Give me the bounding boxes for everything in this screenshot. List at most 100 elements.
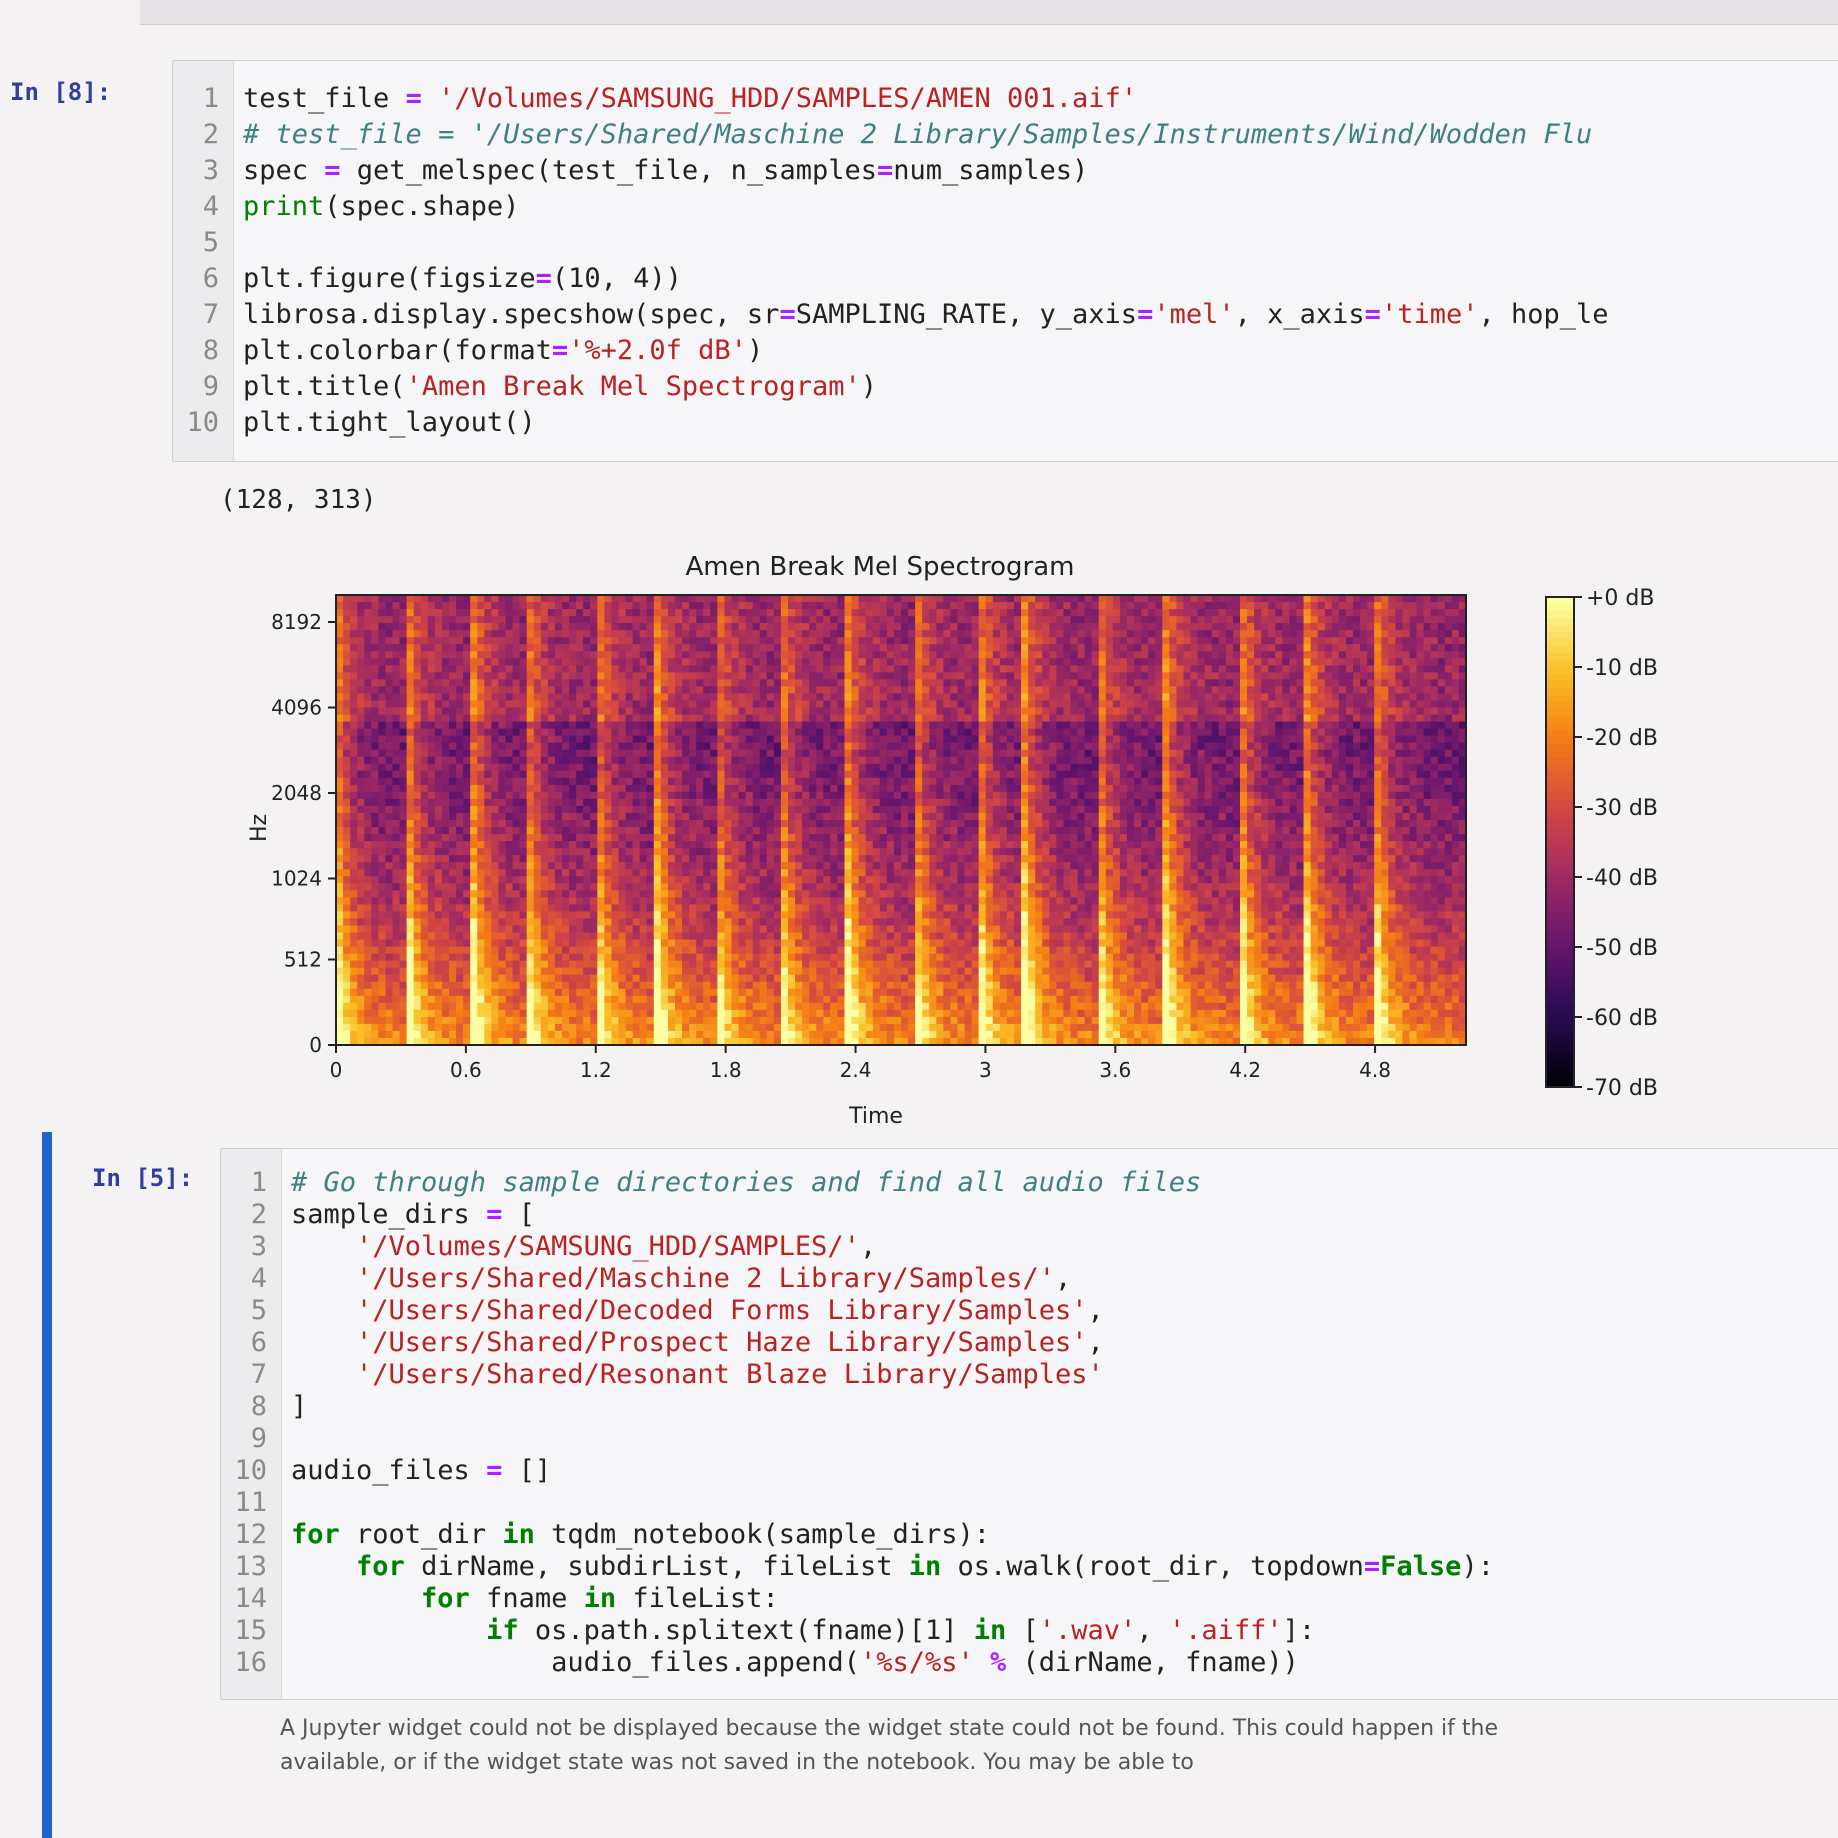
spectrogram-cell bbox=[653, 679, 662, 688]
spectrogram-cell bbox=[519, 827, 528, 835]
code-cell-1[interactable]: In [8]: 1 test_file = '/Volumes/SAMSUNG_H… bbox=[0, 50, 1838, 470]
spectrogram-cell bbox=[569, 763, 577, 772]
code-line[interactable]: 4 print(spec.shape) bbox=[173, 191, 520, 225]
spectrogram-cell bbox=[547, 728, 556, 737]
spectrogram-cell bbox=[463, 763, 471, 772]
code-line[interactable]: 8 plt.colorbar(format='%+2.0f dB') bbox=[173, 335, 763, 369]
spectrogram-cell bbox=[745, 960, 754, 969]
spectrogram-cell bbox=[336, 630, 344, 638]
spectrogram-cell bbox=[441, 834, 450, 842]
spectrogram-cell bbox=[696, 862, 704, 870]
spectrogram-cell bbox=[547, 651, 556, 659]
spectrogram-cell bbox=[759, 876, 768, 884]
spectrogram-cell bbox=[371, 749, 379, 758]
spectrogram-cell bbox=[858, 869, 867, 877]
spectrogram-cell bbox=[667, 784, 676, 793]
code-line[interactable]: 3 spec = get_melspec(test_file, n_samples… bbox=[173, 155, 1089, 189]
spectrogram-cell bbox=[759, 925, 768, 934]
spectrogram-cell bbox=[773, 911, 782, 920]
spectrogram-cell bbox=[385, 672, 394, 680]
spectrogram-cell bbox=[682, 876, 690, 884]
spectrogram-cell bbox=[717, 869, 726, 877]
spectrogram-cell bbox=[427, 883, 436, 891]
spectrogram-cell bbox=[660, 1016, 669, 1025]
spectrogram-cell bbox=[823, 932, 831, 941]
spectrogram-cell bbox=[371, 932, 379, 941]
spectrogram-cell bbox=[569, 904, 577, 913]
spectrogram-cell bbox=[505, 876, 514, 884]
spectrogram-cell bbox=[576, 1030, 584, 1039]
spectrogram-cell bbox=[717, 616, 726, 624]
spectrogram-cell bbox=[343, 1002, 351, 1011]
code-line[interactable]: 7 librosa.display.specshow(spec, sr=SAMPL… bbox=[173, 299, 1609, 333]
spectrogram-cell bbox=[625, 911, 634, 920]
spectrogram-cell bbox=[717, 834, 726, 842]
spectrogram-cell bbox=[357, 616, 365, 624]
spectrogram-cell bbox=[533, 805, 542, 814]
spectrogram-cell bbox=[618, 827, 627, 835]
spectrogram-cell bbox=[512, 932, 521, 941]
spectrogram-cell bbox=[392, 665, 401, 673]
spectrogram-cell bbox=[371, 721, 379, 730]
spectrogram-cell bbox=[357, 630, 365, 638]
spectrogram-cell bbox=[498, 1030, 507, 1039]
spectrogram-cell bbox=[667, 855, 676, 863]
spectrogram-cell bbox=[809, 918, 817, 927]
spectrogram-cell bbox=[343, 595, 351, 603]
spectrogram-cell bbox=[872, 841, 881, 849]
code-editor[interactable]: 1 test_file = '/Volumes/SAMSUNG_HDD/SAMPL… bbox=[172, 60, 1838, 462]
code-line[interactable]: 5 bbox=[173, 227, 243, 261]
spectrogram-cell bbox=[399, 798, 408, 807]
spectrogram-cell bbox=[505, 679, 514, 688]
spectrogram-cell bbox=[554, 981, 563, 990]
spectrogram-cell bbox=[872, 623, 881, 631]
spectrogram-cell bbox=[463, 602, 471, 610]
spectrogram-cell bbox=[343, 707, 351, 716]
spectrogram-cell bbox=[780, 728, 789, 737]
spectrogram-cell bbox=[823, 827, 831, 835]
spectrogram-cell bbox=[611, 883, 620, 891]
spectrogram-cell bbox=[491, 623, 500, 631]
spectrogram-cell bbox=[632, 988, 641, 997]
spectrogram-cell bbox=[547, 988, 556, 997]
spectrogram-cell bbox=[759, 1009, 768, 1018]
spectrogram-cell bbox=[470, 848, 478, 856]
spectrogram-cell bbox=[441, 848, 450, 856]
code-line[interactable]: 10 plt.tight_layout() bbox=[173, 407, 535, 441]
spectrogram-cell bbox=[470, 827, 478, 835]
spectrogram-cell bbox=[562, 651, 570, 659]
code-line[interactable]: 1 test_file = '/Volumes/SAMSUNG_HDD/SAMPL… bbox=[173, 83, 1137, 117]
spectrogram-cell bbox=[597, 721, 605, 730]
code-line[interactable]: 9 plt.title('Amen Break Mel Spectrogram') bbox=[173, 371, 877, 405]
spectrogram-cell bbox=[540, 637, 549, 645]
code-line[interactable]: 2 # test_file = '/Users/Shared/Maschine 2… bbox=[173, 119, 1592, 153]
spectrogram-cell bbox=[809, 953, 817, 962]
spectrogram-cell bbox=[441, 974, 450, 983]
spectrogram-cell bbox=[477, 749, 485, 758]
spectrogram-cell bbox=[533, 623, 542, 631]
spectrogram-cell bbox=[717, 763, 726, 772]
spectrogram-cell bbox=[851, 897, 860, 905]
spectrogram-cell bbox=[611, 714, 620, 723]
spectrogram-cell bbox=[816, 820, 824, 828]
spectrogram-cell bbox=[618, 665, 627, 673]
spectrogram-cell bbox=[837, 820, 846, 828]
spectrogram-cell bbox=[533, 763, 542, 772]
spectrogram-cell bbox=[477, 609, 485, 617]
code-line[interactable]: 6 plt.figure(figsize=(10, 4)) bbox=[173, 263, 682, 297]
spectrogram-cell bbox=[611, 974, 620, 983]
spectrogram-cell bbox=[441, 630, 450, 638]
spectrogram-cell bbox=[780, 855, 789, 863]
spectrogram-cell bbox=[477, 812, 485, 821]
spectrogram-cell bbox=[540, 869, 549, 877]
spectrogram-cell bbox=[667, 721, 676, 730]
spectrogram-cell bbox=[343, 798, 351, 807]
spectrogram-cell bbox=[512, 869, 521, 877]
spectrogram-cell bbox=[533, 834, 542, 842]
spectrogram-cell bbox=[710, 728, 718, 737]
spectrogram-cell bbox=[795, 946, 803, 955]
spectrogram-cell bbox=[667, 616, 676, 624]
spectrogram-cell bbox=[456, 644, 464, 652]
spectrogram-cell bbox=[392, 967, 401, 976]
spectrogram-cell bbox=[371, 784, 379, 793]
